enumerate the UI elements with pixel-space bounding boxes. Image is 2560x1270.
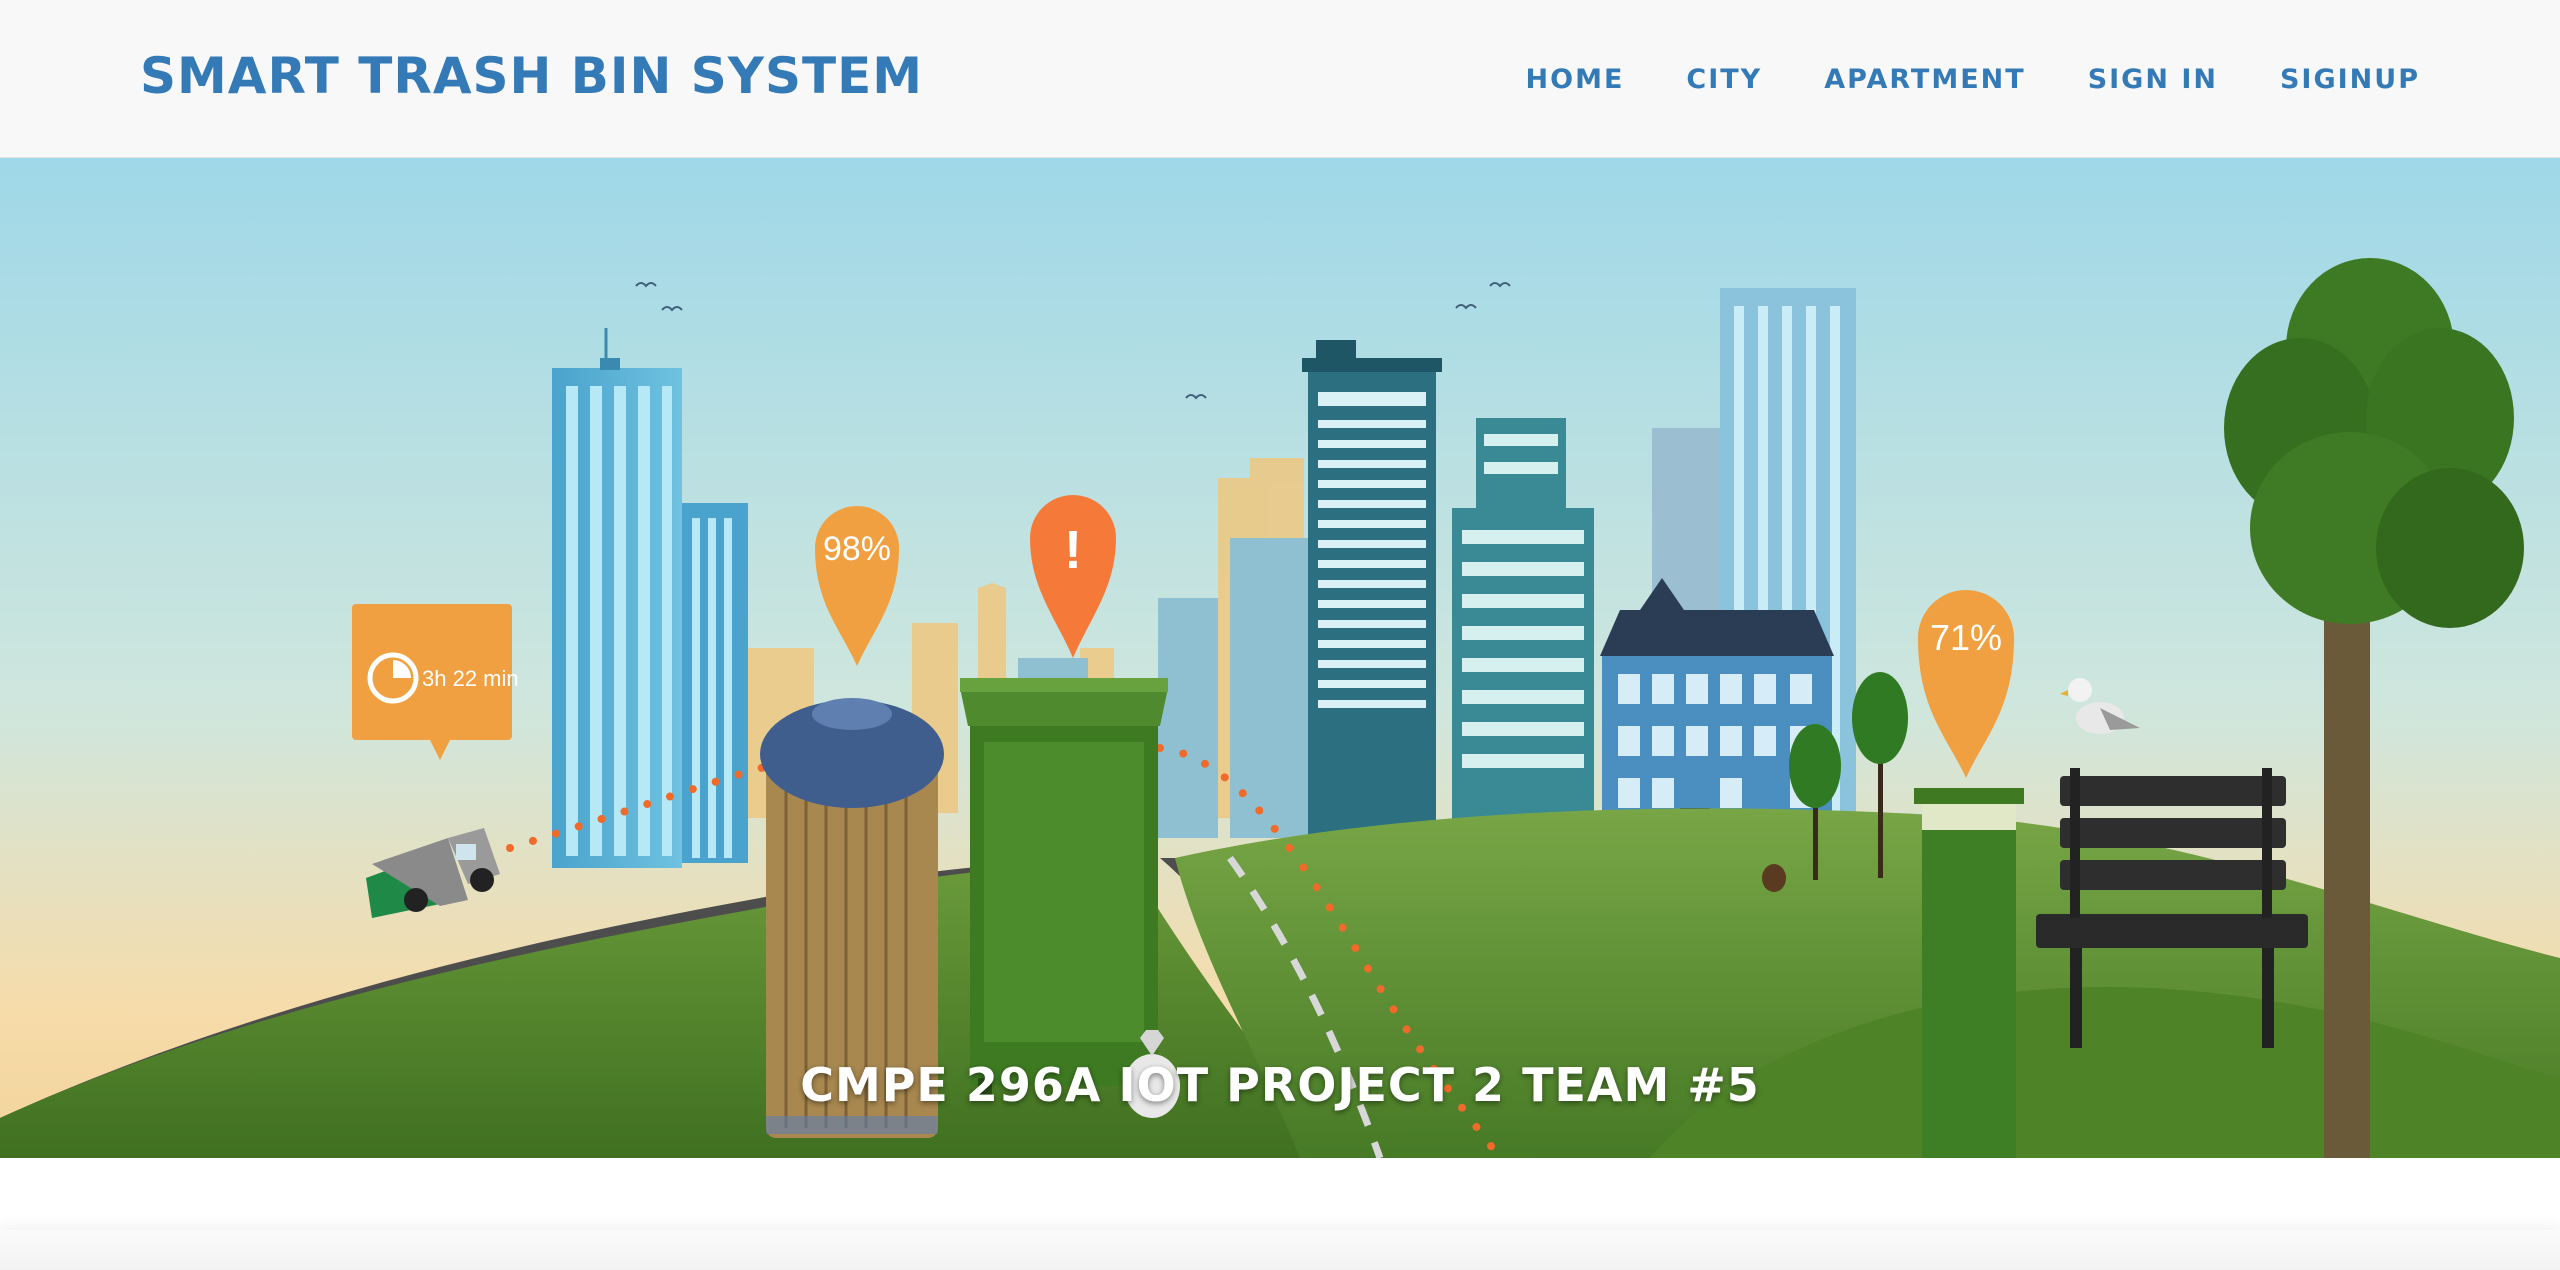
hero-banner: 3h 22 min 98% ! 71% CMPE 296A IOT PROJEC… [0, 158, 2560, 1158]
navbar: SMART TRASH BIN SYSTEM HOME CITY APARTME… [0, 0, 2560, 158]
green-dumpster [960, 678, 1168, 1100]
center-tower [1302, 340, 1442, 866]
nav-home[interactable]: HOME [1526, 64, 1625, 95]
nav-signup[interactable]: SIGINUP [2280, 64, 2420, 95]
hero-caption: CMPE 296A IOT PROJECT 2 TEAM #5 [800, 1058, 1760, 1112]
round-bin-fill-label: 98% [823, 530, 891, 568]
brand-logo-link[interactable]: SMART TRASH BIN SYSTEM [140, 44, 923, 108]
nav-sign-in[interactable]: SIGN IN [2088, 64, 2218, 95]
truck-timer-label: 3h 22 min [422, 666, 519, 691]
nav-apartment[interactable]: APARTMENT [1824, 64, 2025, 95]
park-bin-fill-label: 71% [1930, 617, 2002, 658]
nav-city[interactable]: CITY [1686, 64, 1762, 95]
rabbit [1762, 864, 1786, 892]
truck-timer-marker: 3h 22 min [352, 604, 519, 760]
city-illustration: 3h 22 min 98% ! 71% [0, 158, 2560, 1158]
content-card-edge [0, 1230, 2560, 1270]
dumpster-alert-label: ! [1064, 520, 1082, 580]
main-nav: HOME CITY APARTMENT SIGN IN SIGINUP [1526, 0, 2560, 158]
